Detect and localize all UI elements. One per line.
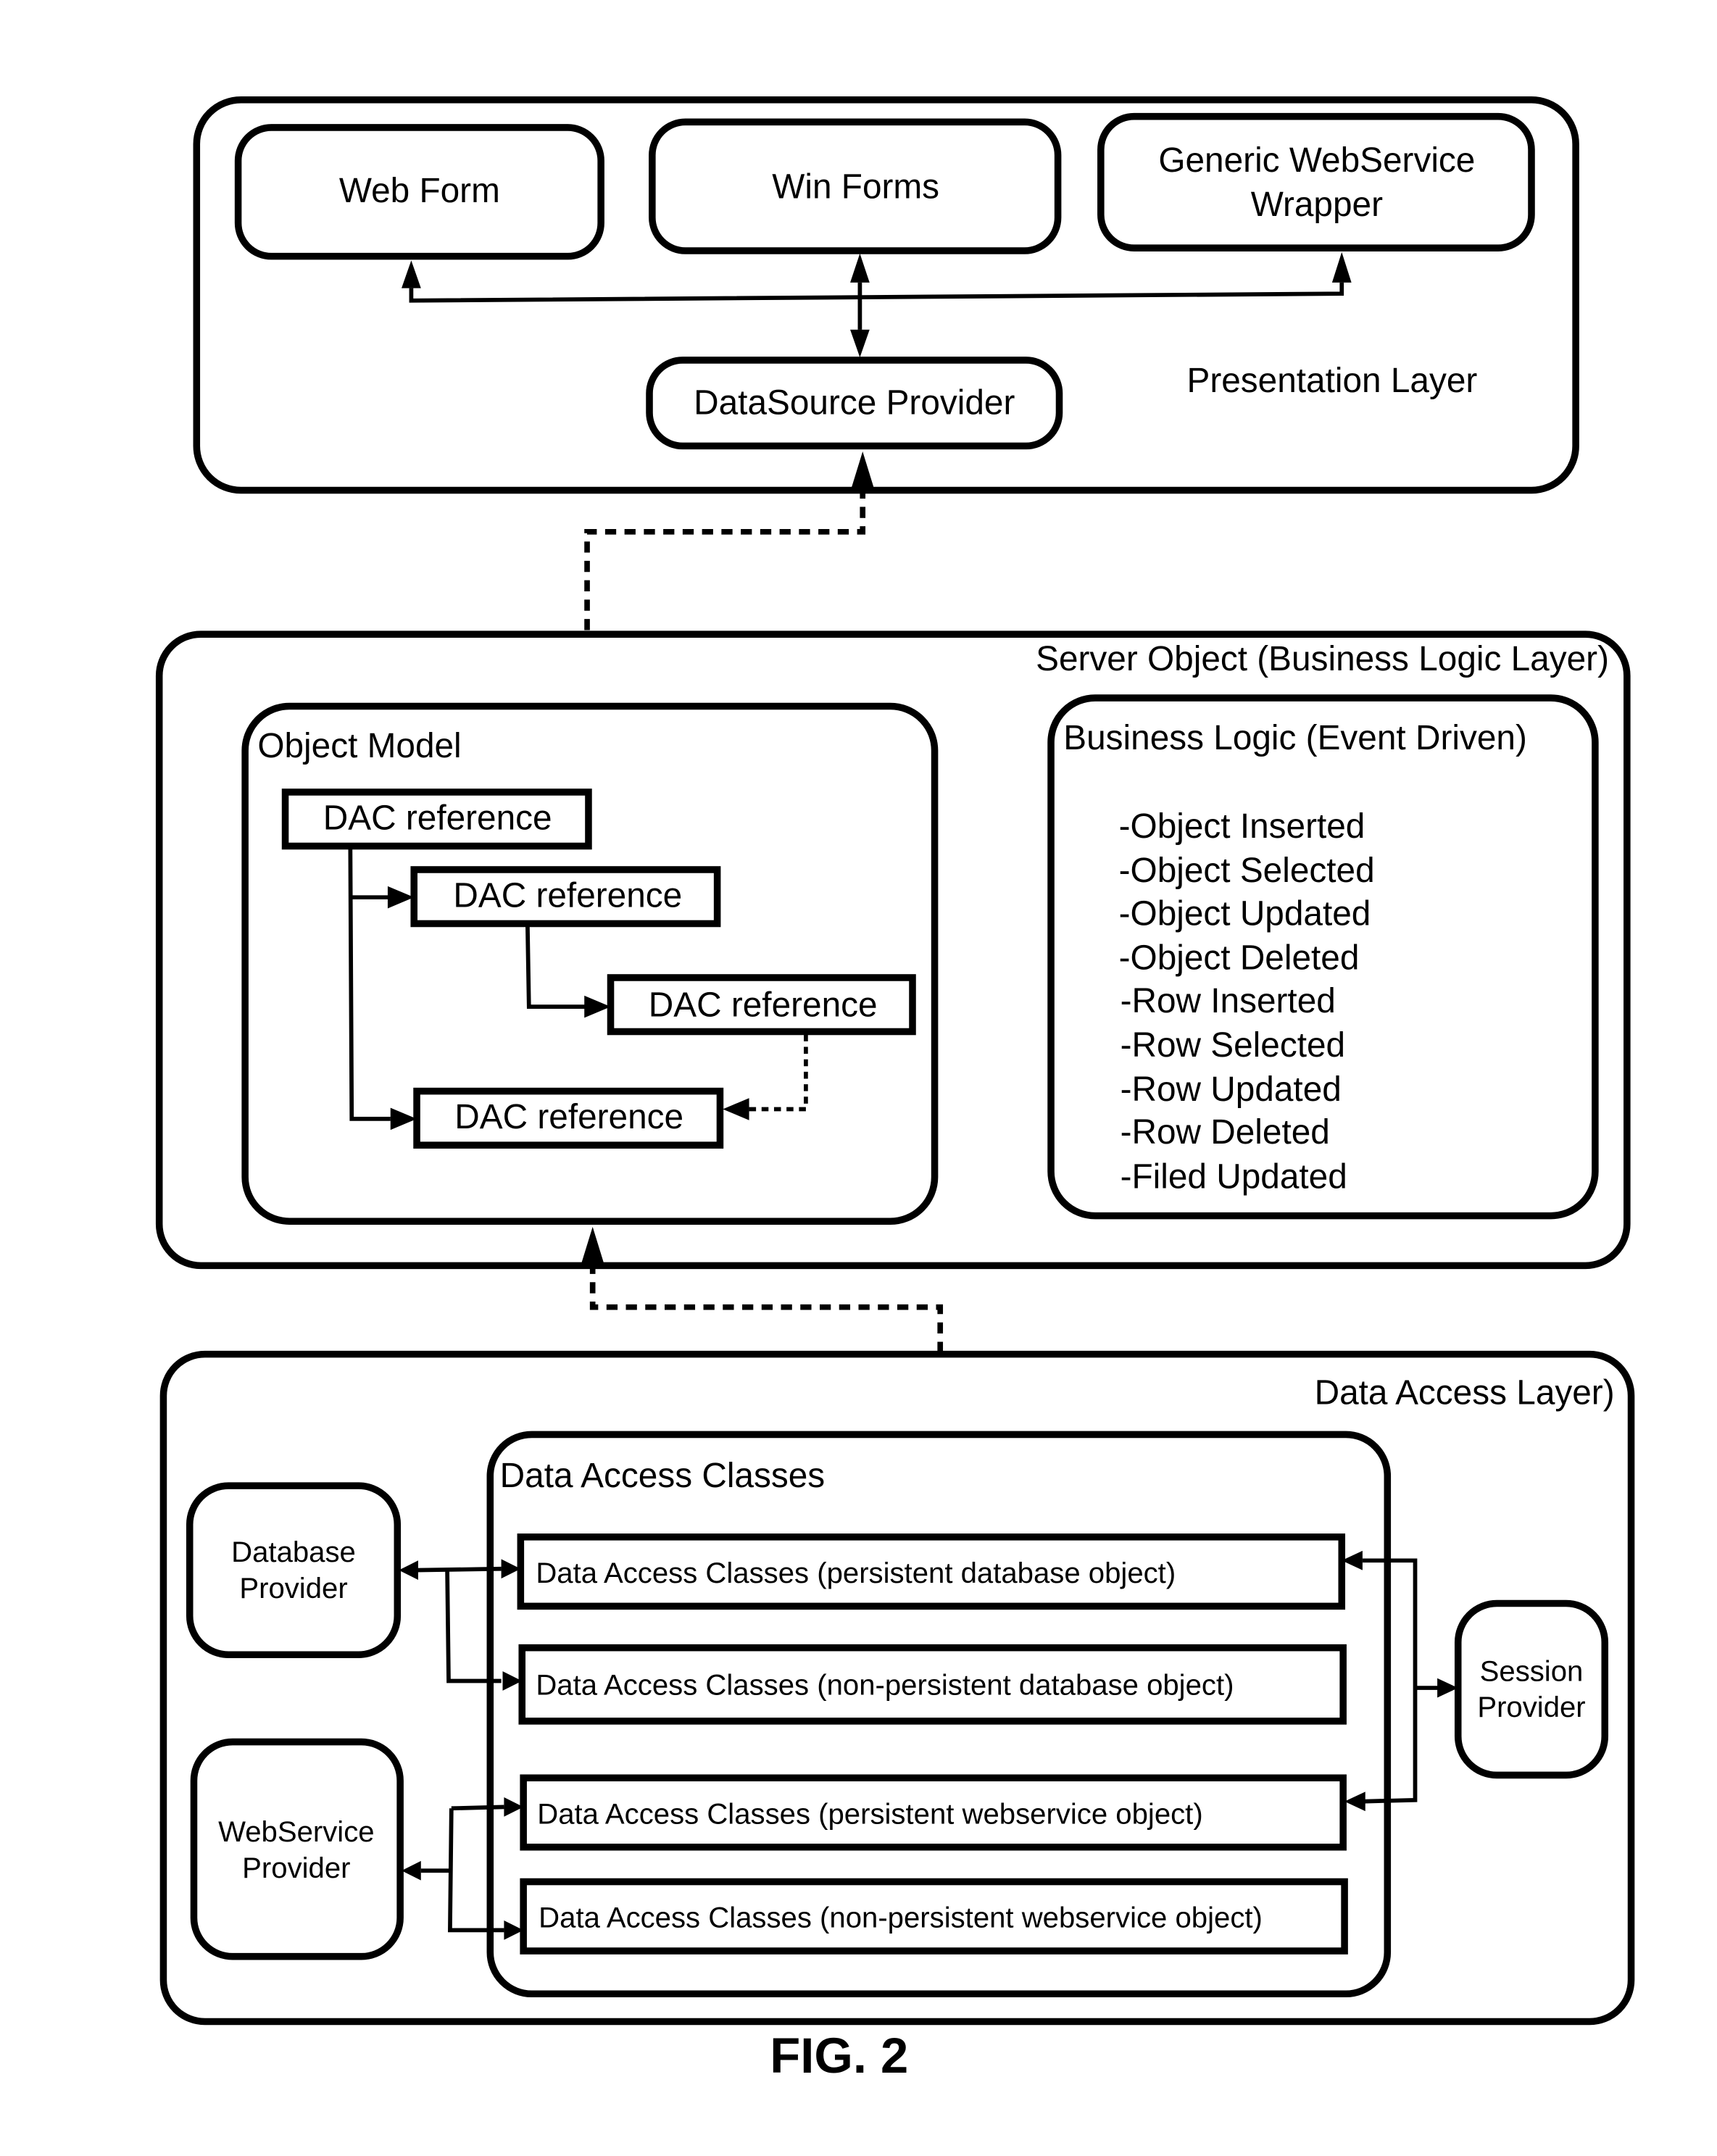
- dac-nonpersistent-database-label: Data Access Classes (non-persistent data…: [536, 1669, 1234, 1702]
- data-access-layer: Data Access Layer) Data Access Classes D…: [159, 1350, 1635, 2026]
- figure-caption: FIG. 2: [770, 2028, 908, 2084]
- webservice-wrapper-box: [1097, 112, 1535, 251]
- dac-persistent-webservice-label: Data Access Classes (persistent webservi…: [537, 1797, 1202, 1830]
- web-form-label: Web Form: [339, 172, 500, 210]
- webservice-provider-label-line2: Provider: [242, 1852, 350, 1884]
- dac-reference-1-label: DAC reference: [323, 799, 552, 838]
- business-logic-layer-label: Server Object (Business Logic Layer): [1036, 640, 1609, 678]
- event-item: -Row Deleted: [1121, 1113, 1330, 1152]
- dac-reference-3-label: DAC reference: [649, 986, 878, 1024]
- event-item: -Object Inserted: [1119, 807, 1365, 846]
- dac-nonpersistent-webservice-label: Data Access Classes (non-persistent webs…: [539, 1902, 1263, 1934]
- event-item: -Row Updated: [1121, 1070, 1342, 1109]
- dac-persistent-database-label: Data Access Classes (persistent database…: [536, 1557, 1176, 1589]
- dac-reference-4-label: DAC reference: [454, 1098, 683, 1136]
- data-access-classes-title: Data Access Classes: [500, 1457, 826, 1495]
- dac-reference-2-label: DAC reference: [453, 877, 682, 915]
- event-item: -Row Selected: [1121, 1026, 1346, 1065]
- webservice-provider-box: [190, 1738, 404, 1960]
- event-item: -Object Deleted: [1119, 939, 1360, 978]
- data-access-layer-label: Data Access Layer): [1315, 1373, 1615, 1412]
- session-provider-box: [1454, 1599, 1609, 1779]
- session-provider-label-line1: Session: [1480, 1655, 1584, 1688]
- database-provider-box: [186, 1482, 402, 1658]
- webservice-wrapper-label-line1: Generic WebService: [1158, 141, 1475, 180]
- webservice-provider-label-line1: WebService: [218, 1815, 375, 1848]
- connector-db-provider-persistent: [415, 1566, 502, 1573]
- presentation-layer: Web Form Win Forms Generic WebService Wr…: [193, 96, 1579, 494]
- datasource-provider-label: DataSource Provider: [694, 383, 1015, 422]
- event-item: -Row Inserted: [1121, 982, 1336, 1020]
- presentation-layer-label: Presentation Layer: [1186, 362, 1477, 400]
- webservice-wrapper-label-line2: Wrapper: [1251, 186, 1383, 224]
- business-logic-layer: Server Object (Business Logic Layer) Obj…: [155, 630, 1631, 1270]
- object-model-title: Object Model: [257, 727, 461, 765]
- win-forms-label: Win Forms: [772, 167, 939, 206]
- business-logic-title: Business Logic (Event Driven): [1063, 719, 1527, 757]
- event-item: -Filed Updated: [1121, 1157, 1347, 1196]
- connector-ws-provider-persistent: [451, 1805, 504, 1811]
- session-provider-label-line2: Provider: [1477, 1691, 1585, 1723]
- architecture-diagram: Web Form Win Forms Generic WebService Wr…: [155, 96, 1635, 2084]
- event-item: -Object Selected: [1119, 852, 1375, 890]
- database-provider-label-line2: Provider: [239, 1572, 347, 1604]
- event-item: -Object Updated: [1119, 894, 1371, 933]
- database-provider-label-line1: Database: [231, 1536, 356, 1568]
